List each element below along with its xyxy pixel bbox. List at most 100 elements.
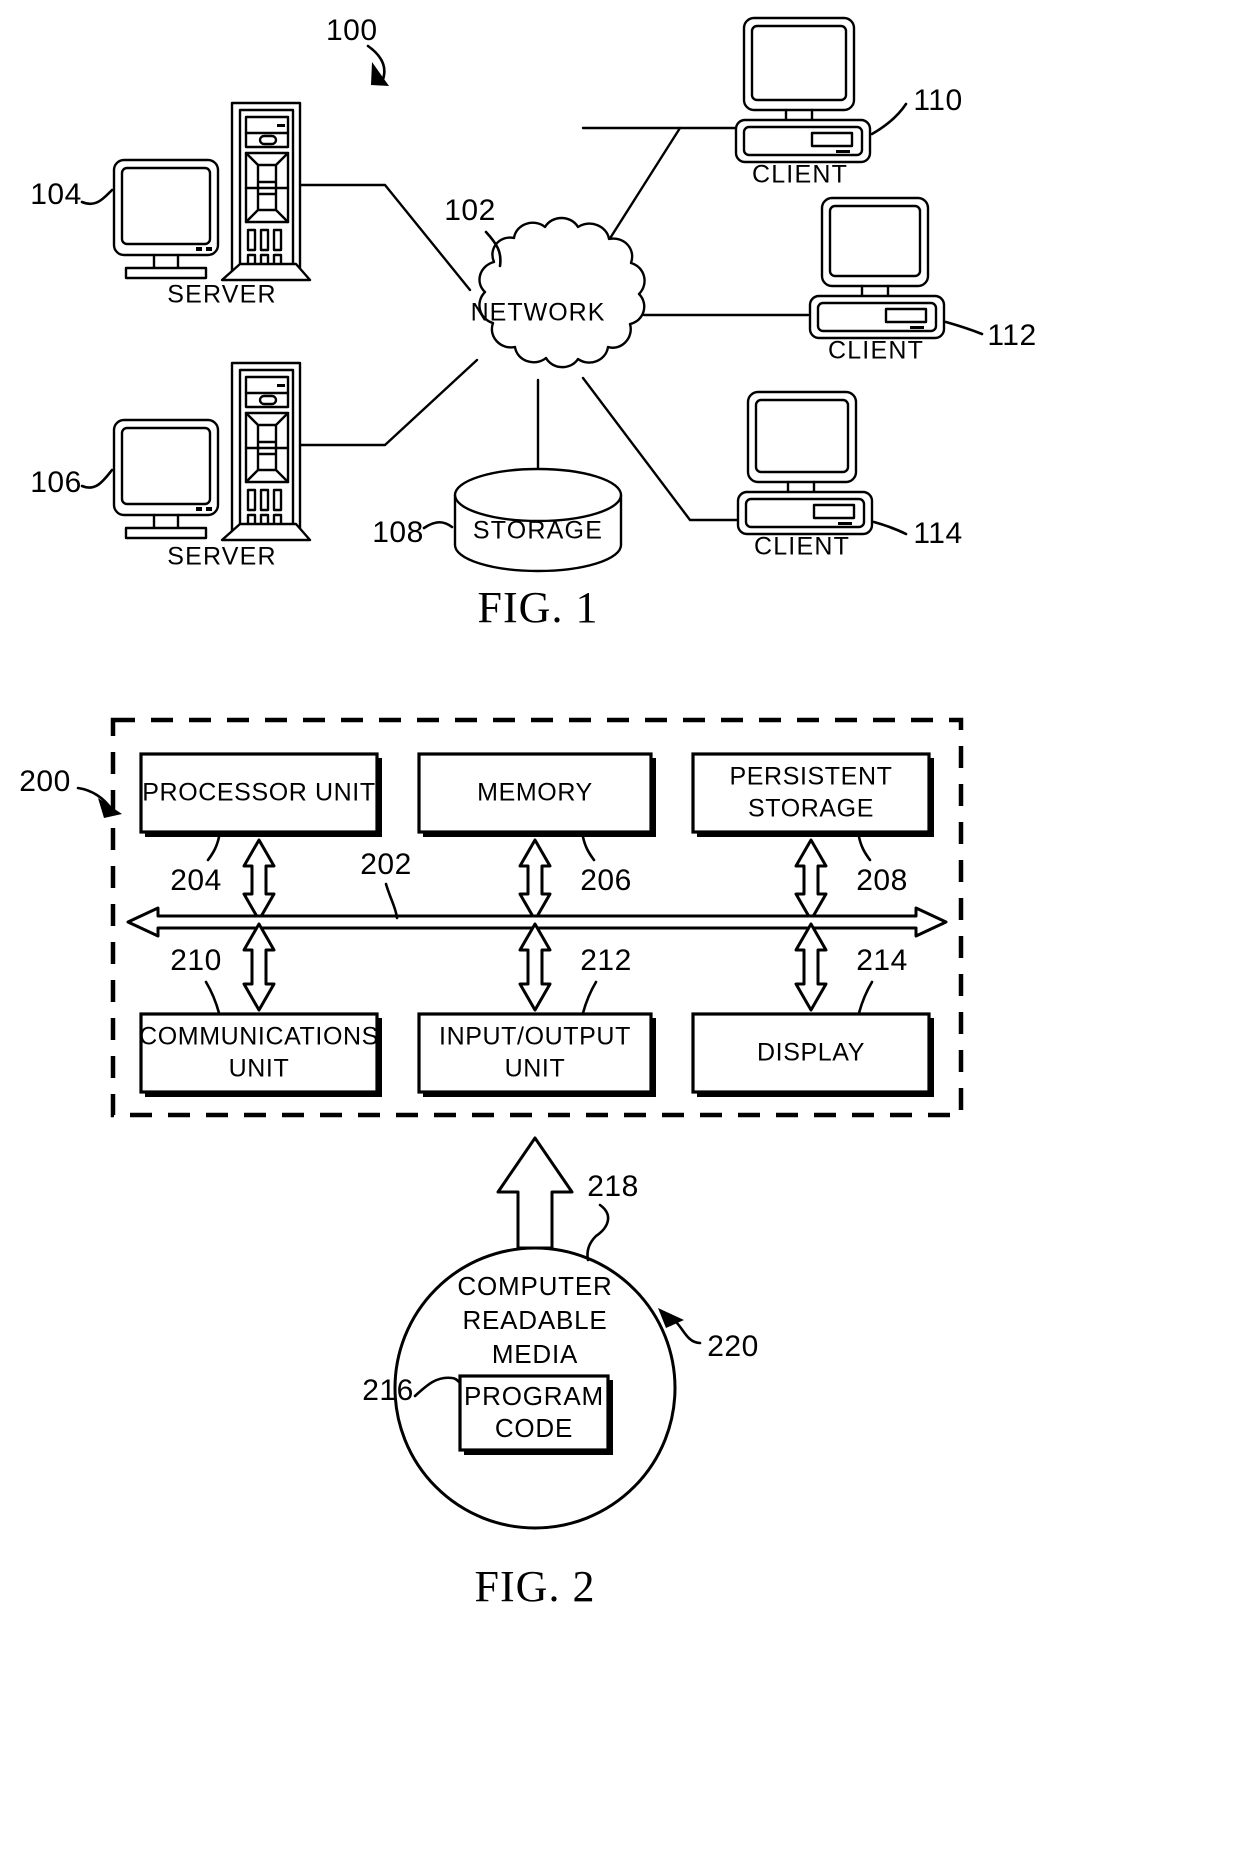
- case-led: [836, 150, 850, 153]
- monitor-neck: [152, 513, 180, 530]
- monitor-neck: [152, 253, 180, 270]
- ref-212-leader: [581, 980, 598, 1015]
- ref-214-group: 214: [856, 944, 908, 1015]
- monitor-neck: [784, 108, 814, 122]
- block-shadow: [697, 1092, 933, 1097]
- program-code-shadow-right: [608, 1380, 613, 1455]
- client-112: CLIENT 112: [808, 196, 1036, 365]
- ref-210-leader: [204, 980, 221, 1015]
- block-shadow-right: [377, 758, 382, 837]
- block-shadow-right: [929, 758, 934, 837]
- ref-210: 210: [170, 944, 222, 977]
- block-shadow: [145, 832, 381, 837]
- ref-110-leader: [870, 102, 908, 136]
- case-led: [910, 326, 924, 329]
- ref-220: 220: [707, 1330, 759, 1363]
- block-input-output-unit: INPUT/OUTPUT UNIT: [417, 1012, 656, 1097]
- figure-2: 200 PROCESSOR UNIT MEMORY PERSISTENT STO…: [19, 717, 964, 1611]
- ref-200: 200: [19, 765, 71, 798]
- figure-1: 100 NETWORK 102 STORAGE 108 SERVER 104 S…: [30, 14, 1036, 632]
- program-code-shadow: [464, 1450, 612, 1455]
- server-106: SERVER 106: [30, 361, 312, 571]
- block-shadow: [145, 1092, 381, 1097]
- ref-206: 206: [580, 864, 632, 897]
- ref-220-leader: [674, 1320, 702, 1345]
- tower-drive-slot: [277, 384, 285, 387]
- block-label-line2: UNIT: [229, 1055, 290, 1083]
- arrow-processor-bus: [242, 838, 276, 922]
- ref-218: 218: [587, 1170, 639, 1203]
- case-drive: [884, 307, 928, 324]
- server-106-label: SERVER: [167, 543, 277, 571]
- fig1-system-ref: 100: [326, 14, 389, 86]
- ref-114: 114: [913, 517, 962, 550]
- ref-112: 112: [987, 319, 1036, 352]
- block-shadow: [423, 832, 655, 837]
- program-code-label-line1: PROGRAM: [464, 1381, 604, 1411]
- ref-100-arrowhead: [371, 62, 389, 86]
- ref-210-group: 210: [170, 944, 222, 1015]
- monitor-base: [124, 526, 208, 540]
- ref-208-leader: [857, 835, 872, 862]
- block-communications-unit: COMMUNICATIONS UNIT: [139, 1012, 382, 1097]
- monitor-led: [196, 247, 202, 251]
- monitor-screen: [120, 166, 212, 246]
- block-persistent-storage: PERSISTENT STORAGE: [691, 752, 934, 837]
- computer-readable-media: COMPUTER READABLE MEDIA PROGRAM CODE 218…: [362, 1170, 759, 1530]
- server-104-label: SERVER: [167, 281, 277, 309]
- ref-214: 214: [856, 944, 908, 977]
- block-shadow-right: [651, 1018, 656, 1097]
- ref-114-leader: [872, 520, 908, 536]
- arrow-memory-bus: [518, 838, 552, 922]
- block-label: PROCESSOR UNIT: [142, 779, 375, 807]
- monitor-screen: [828, 204, 922, 278]
- cylinder-top: [453, 467, 623, 523]
- block-label: DISPLAY: [757, 1039, 865, 1067]
- block-shadow-right: [651, 758, 656, 837]
- network-label: NETWORK: [471, 299, 606, 327]
- media-label-line2: READABLE: [462, 1305, 607, 1335]
- fig2-system-ref: 200: [19, 765, 122, 818]
- program-code-box: PROGRAM CODE: [458, 1374, 613, 1455]
- client-110-label: CLIENT: [752, 161, 848, 189]
- block-display: DISPLAY: [691, 1012, 934, 1097]
- block-label-line2: UNIT: [505, 1055, 566, 1083]
- case-led: [838, 522, 852, 525]
- arrow-bus-communications: [242, 922, 276, 1012]
- ref-106: 106: [30, 466, 82, 499]
- figure-2-caption: FIG. 2: [475, 1562, 596, 1611]
- block-memory: MEMORY: [417, 752, 656, 837]
- storage-label: STORAGE: [473, 517, 603, 545]
- arrow-bus-display: [794, 922, 828, 1012]
- monitor-screen: [754, 398, 850, 474]
- monitor-base: [124, 266, 208, 280]
- monitor-led: [196, 507, 202, 511]
- ref-108: 108: [372, 516, 424, 549]
- block-processor-unit: PROCESSOR UNIT: [139, 752, 382, 837]
- monitor-led-2: [206, 247, 212, 251]
- ref-204-leader: [206, 835, 221, 862]
- ref-216: 216: [362, 1374, 414, 1407]
- block-label: MEMORY: [477, 779, 593, 807]
- figure-1-caption: FIG. 1: [478, 583, 599, 632]
- arrow-media-to-system: [496, 1136, 574, 1250]
- ref-202-leader: [384, 882, 399, 920]
- server-104: SERVER 104: [30, 101, 312, 309]
- ref-204: 204: [170, 864, 222, 897]
- cloud-icon: [478, 216, 646, 369]
- ref-202-group: 202: [360, 848, 411, 920]
- network-cloud: NETWORK 102: [444, 194, 646, 369]
- ref-212-group: 212: [580, 944, 631, 1015]
- storage-node: STORAGE 108: [372, 467, 623, 573]
- block-shadow: [423, 1092, 655, 1097]
- client-110: CLIENT 110: [734, 16, 962, 189]
- ref-108-leader: [422, 520, 454, 530]
- block-label-line1: COMMUNICATIONS: [139, 1023, 379, 1051]
- patent-figure-sheet: 100 NETWORK 102 STORAGE 108 SERVER 104 S…: [0, 0, 1240, 1865]
- block-label-line2: STORAGE: [748, 795, 874, 823]
- ref-206-leader: [581, 835, 596, 862]
- media-label-line1: COMPUTER: [457, 1271, 612, 1301]
- block-label-line1: INPUT/OUTPUT: [439, 1023, 631, 1051]
- monitor-neck: [786, 480, 816, 494]
- case-drive: [812, 503, 856, 520]
